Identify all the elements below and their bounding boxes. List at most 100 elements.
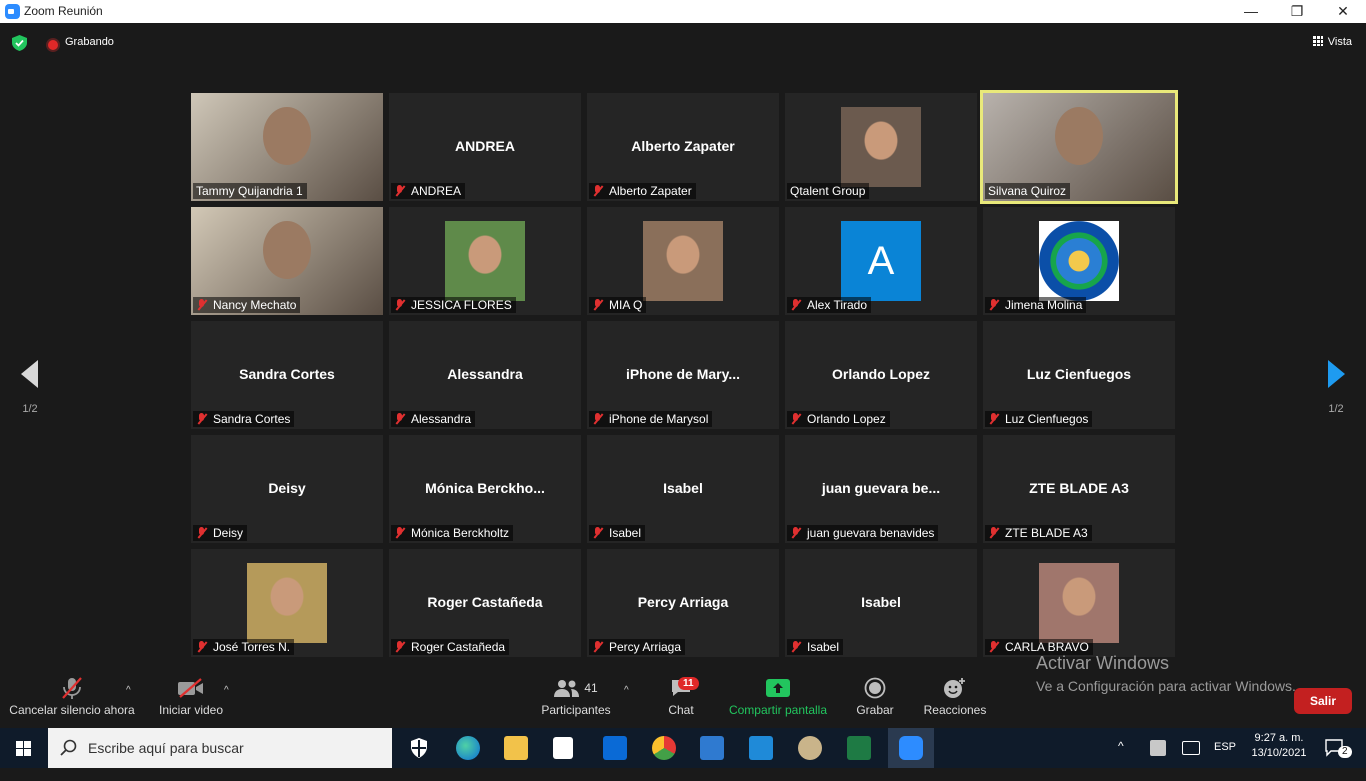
participant-tile[interactable]: CARLA BRAVO — [983, 549, 1175, 657]
next-page-button[interactable]: 1/2 — [1306, 360, 1366, 415]
participant-tile[interactable]: Jimena Molina — [983, 207, 1175, 315]
notifications-count: 2 — [1338, 746, 1352, 758]
participant-figure — [263, 107, 311, 165]
participant-tile[interactable]: ANDREA ANDREA — [389, 93, 581, 201]
security-shield-icon[interactable] — [12, 35, 27, 51]
participant-name-label: Orlando Lopez — [787, 411, 890, 427]
muted-mic-icon — [394, 413, 406, 425]
participant-name-label: juan guevara benavides — [787, 525, 939, 541]
participant-name: Silvana Quiroz — [988, 184, 1067, 198]
excel-icon[interactable] — [847, 736, 871, 760]
start-video-button[interactable]: Iniciar video — [152, 673, 230, 717]
participant-tile[interactable]: Percy Arriaga Percy Arriaga — [587, 549, 779, 657]
participant-tile[interactable]: Deisy Deisy — [191, 435, 383, 543]
clock[interactable]: 9:27 a. m. 13/10/2021 — [1246, 732, 1312, 772]
zoom-taskbar-item[interactable] — [888, 728, 934, 768]
share-screen-icon — [766, 679, 790, 697]
recording-label[interactable]: Grabando — [65, 36, 114, 48]
participant-tile[interactable]: Silvana Quiroz — [980, 90, 1178, 204]
prev-page-button[interactable]: 1/2 — [0, 360, 60, 415]
reactions-label: Reacciones — [923, 703, 987, 717]
participant-name: Deisy — [213, 526, 244, 540]
chat-button[interactable]: 11 Chat — [660, 673, 702, 717]
search-icon — [60, 739, 77, 756]
windows-start-icon[interactable] — [0, 728, 48, 768]
participant-tile[interactable]: MIA Q — [587, 207, 779, 315]
view-button[interactable]: Vista — [1312, 36, 1352, 48]
muted-mic-icon — [592, 413, 604, 425]
participant-name: Orlando Lopez — [807, 412, 886, 426]
participant-name: ANDREA — [411, 184, 462, 198]
muted-mic-icon — [790, 527, 802, 539]
participant-display-name: Luz Cienfuegos — [1026, 366, 1132, 382]
participants-button[interactable]: 41 Participantes — [536, 673, 616, 717]
participant-display-name: Percy Arriaga — [637, 594, 729, 610]
participant-name-label: Sandra Cortes — [193, 411, 295, 427]
participant-name: Tammy Quijandria 1 — [196, 184, 303, 198]
windows-activation-watermark: Activar Windows Ve a Configuración para … — [1036, 653, 1296, 694]
minimize-button[interactable]: — — [1228, 0, 1274, 23]
edge-browser-icon[interactable] — [456, 736, 480, 760]
participant-tile[interactable]: Roger Castañeda Roger Castañeda — [389, 549, 581, 657]
muted-mic-icon — [790, 413, 802, 425]
participant-display-name: Orlando Lopez — [832, 366, 930, 382]
participant-tile[interactable]: Luz Cienfuegos Luz Cienfuegos — [983, 321, 1175, 429]
record-button[interactable]: Grabar — [852, 673, 898, 717]
participant-tile[interactable]: Isabel Isabel — [587, 435, 779, 543]
participant-tile[interactable]: Nancy Mechato — [191, 207, 383, 315]
share-screen-button[interactable]: Compartir pantalla — [726, 673, 830, 717]
participant-tile[interactable]: Qtalent Group — [785, 93, 977, 201]
taskbar-search-box[interactable]: Escribe aquí para buscar — [48, 728, 392, 768]
mail-icon[interactable] — [749, 736, 773, 760]
participant-tile[interactable]: juan guevara be... juan guevara benavides — [785, 435, 977, 543]
participant-tile[interactable]: JESSICA FLORES — [389, 207, 581, 315]
maximize-button[interactable]: ❐ — [1274, 0, 1320, 23]
participant-name: Isabel — [609, 526, 642, 540]
chevron-left-icon — [21, 360, 38, 388]
participant-display-name: Mónica Berckho... — [425, 480, 545, 496]
chrome-icon[interactable] — [652, 736, 676, 760]
participant-tile[interactable]: Orlando Lopez Orlando Lopez — [785, 321, 977, 429]
dropbox-tray-icon[interactable] — [1150, 740, 1166, 756]
close-button[interactable]: ✕ — [1320, 0, 1366, 23]
participant-tile[interactable]: ZTE BLADE A3 ZTE BLADE A3 — [983, 435, 1175, 543]
reactions-smiley-icon — [944, 678, 965, 698]
participant-tile[interactable]: Alessandra Alessandra — [389, 321, 581, 429]
unmute-button[interactable]: Cancelar silencio ahora — [8, 673, 136, 717]
paint-icon[interactable] — [798, 736, 822, 760]
file-explorer-icon[interactable] — [504, 736, 528, 760]
participant-tile[interactable]: Tammy Quijandria 1 — [191, 93, 383, 201]
participant-tile[interactable]: Mónica Berckho... Mónica Berckholtz — [389, 435, 581, 543]
window-title: Zoom Reunión — [24, 4, 103, 18]
notifications-button[interactable]: 2 — [1324, 738, 1352, 778]
language-indicator[interactable]: ESP — [1214, 741, 1236, 781]
participant-name-label: Jimena Molina — [985, 297, 1087, 313]
participant-figure — [1055, 107, 1103, 165]
participant-tile[interactable]: Alberto Zapater Alberto Zapater — [587, 93, 779, 201]
participant-tile[interactable]: Sandra Cortes Sandra Cortes — [191, 321, 383, 429]
battery-icon[interactable] — [1182, 741, 1200, 755]
grid-view-icon — [1312, 36, 1323, 46]
tray-overflow-icon[interactable]: ^ — [1118, 739, 1124, 779]
participant-tile[interactable]: José Torres N. — [191, 549, 383, 657]
participant-name: José Torres N. — [213, 640, 291, 654]
muted-mic-icon — [196, 413, 208, 425]
participants-options-caret-icon[interactable]: ^ — [624, 685, 629, 696]
participant-display-name: ANDREA — [455, 138, 515, 154]
participant-tile[interactable]: iPhone de Mary... iPhone de Marysol — [587, 321, 779, 429]
muted-mic-icon — [196, 527, 208, 539]
dropbox-icon[interactable] — [603, 736, 627, 760]
participant-name-label: ZTE BLADE A3 — [985, 525, 1092, 541]
participant-tile[interactable]: A Alex Tirado — [785, 207, 977, 315]
participant-display-name: juan guevara be... — [821, 480, 941, 496]
audio-options-caret-icon[interactable]: ^ — [126, 685, 131, 696]
reactions-button[interactable]: Reacciones — [922, 673, 988, 717]
app-icon[interactable] — [700, 736, 724, 760]
security-taskbar-icon[interactable] — [407, 736, 431, 760]
store-icon[interactable] — [553, 737, 573, 759]
leave-meeting-button[interactable]: Salir — [1294, 688, 1352, 714]
participant-name: iPhone de Marysol — [609, 412, 709, 426]
windows-taskbar: Escribe aquí para buscar ^ ESP 9:27 a. m… — [0, 728, 1366, 768]
video-options-caret-icon[interactable]: ^ — [224, 685, 229, 696]
participant-tile[interactable]: Isabel Isabel — [785, 549, 977, 657]
